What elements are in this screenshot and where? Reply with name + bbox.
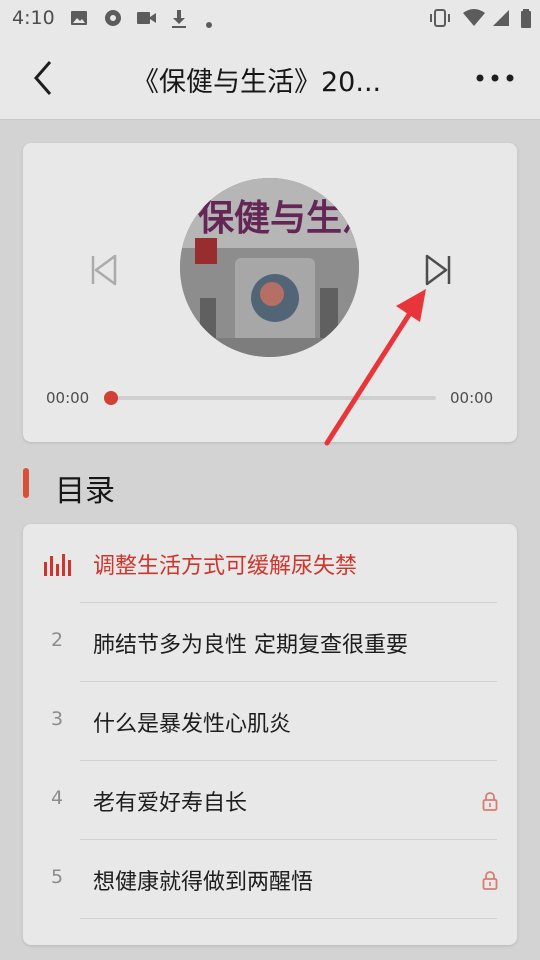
status-time: 4:10 [12, 7, 55, 29]
more-options-button[interactable] [470, 56, 520, 100]
toc-item-number: 4 [50, 787, 64, 809]
svg-text:保健与生活: 保健与生活 [198, 198, 359, 239]
lock-icon [481, 870, 499, 894]
toc-list: 调整生活方式可缓解尿失禁 2 肺结节多为良性 定期复查很重要 3 什么是暴发性心… [23, 524, 517, 945]
video-icon [136, 9, 158, 31]
toc-item[interactable]: 4 老有爱好寿自长 [23, 761, 517, 840]
wifi-icon [462, 9, 486, 31]
total-time: 00:00 [450, 389, 494, 407]
toc-item-title: 什么是暴发性心肌炎 [93, 712, 292, 737]
next-track-button[interactable] [419, 248, 459, 292]
battery-icon [520, 9, 532, 33]
audio-player-card: 保健与生活 00:00 00:00 [23, 143, 517, 442]
toc-item[interactable]: 2 肺结节多为良性 定期复查很重要 [23, 603, 517, 682]
status-bar: 4:10 [0, 0, 540, 36]
toc-item-title: 肺结节多为良性 定期复查很重要 [93, 633, 408, 658]
back-button[interactable] [22, 56, 66, 100]
toc-title: 目录 [55, 474, 115, 509]
download-icon [170, 9, 188, 33]
toc-item-title: 调整生活方式可缓解尿失禁 [93, 554, 358, 579]
section-accent-bar [23, 468, 29, 498]
skip-previous-icon [91, 254, 117, 286]
toc-item-number: 2 [50, 629, 64, 651]
image-icon [70, 9, 88, 31]
toc-item-title: 老有爱好寿自长 [93, 791, 248, 816]
vibrate-icon [428, 9, 452, 31]
progress-slider[interactable] [104, 391, 436, 405]
toc-item[interactable]: 调整生活方式可缓解尿失禁 [23, 524, 517, 603]
toc-item[interactable]: 5 想健康就得做到两醒悟 [23, 840, 517, 919]
page-title: 《保健与生活》20... [132, 67, 382, 98]
current-time: 00:00 [46, 389, 90, 407]
back-arrow-icon [34, 61, 52, 95]
skip-next-icon [425, 254, 451, 286]
divider [80, 918, 497, 919]
progress-thumb[interactable] [104, 391, 118, 405]
disc-icon [104, 9, 122, 31]
lock-icon [481, 791, 499, 815]
toc-item[interactable]: 3 什么是暴发性心肌炎 [23, 682, 517, 761]
now-playing-equalizer-icon [43, 552, 71, 580]
app-bar: 《保健与生活》20... [0, 36, 540, 120]
more-dots-icon [476, 74, 514, 82]
toc-item-title: 想健康就得做到两醒悟 [93, 870, 314, 895]
signal-icon [492, 9, 510, 31]
previous-track-button[interactable] [83, 248, 123, 292]
dot-icon [205, 14, 213, 33]
magazine-cover-image: 保健与生活 [180, 178, 359, 357]
toc-item-number: 3 [50, 708, 64, 730]
album-cover: 保健与生活 [180, 178, 359, 357]
toc-item-number: 5 [50, 866, 64, 888]
